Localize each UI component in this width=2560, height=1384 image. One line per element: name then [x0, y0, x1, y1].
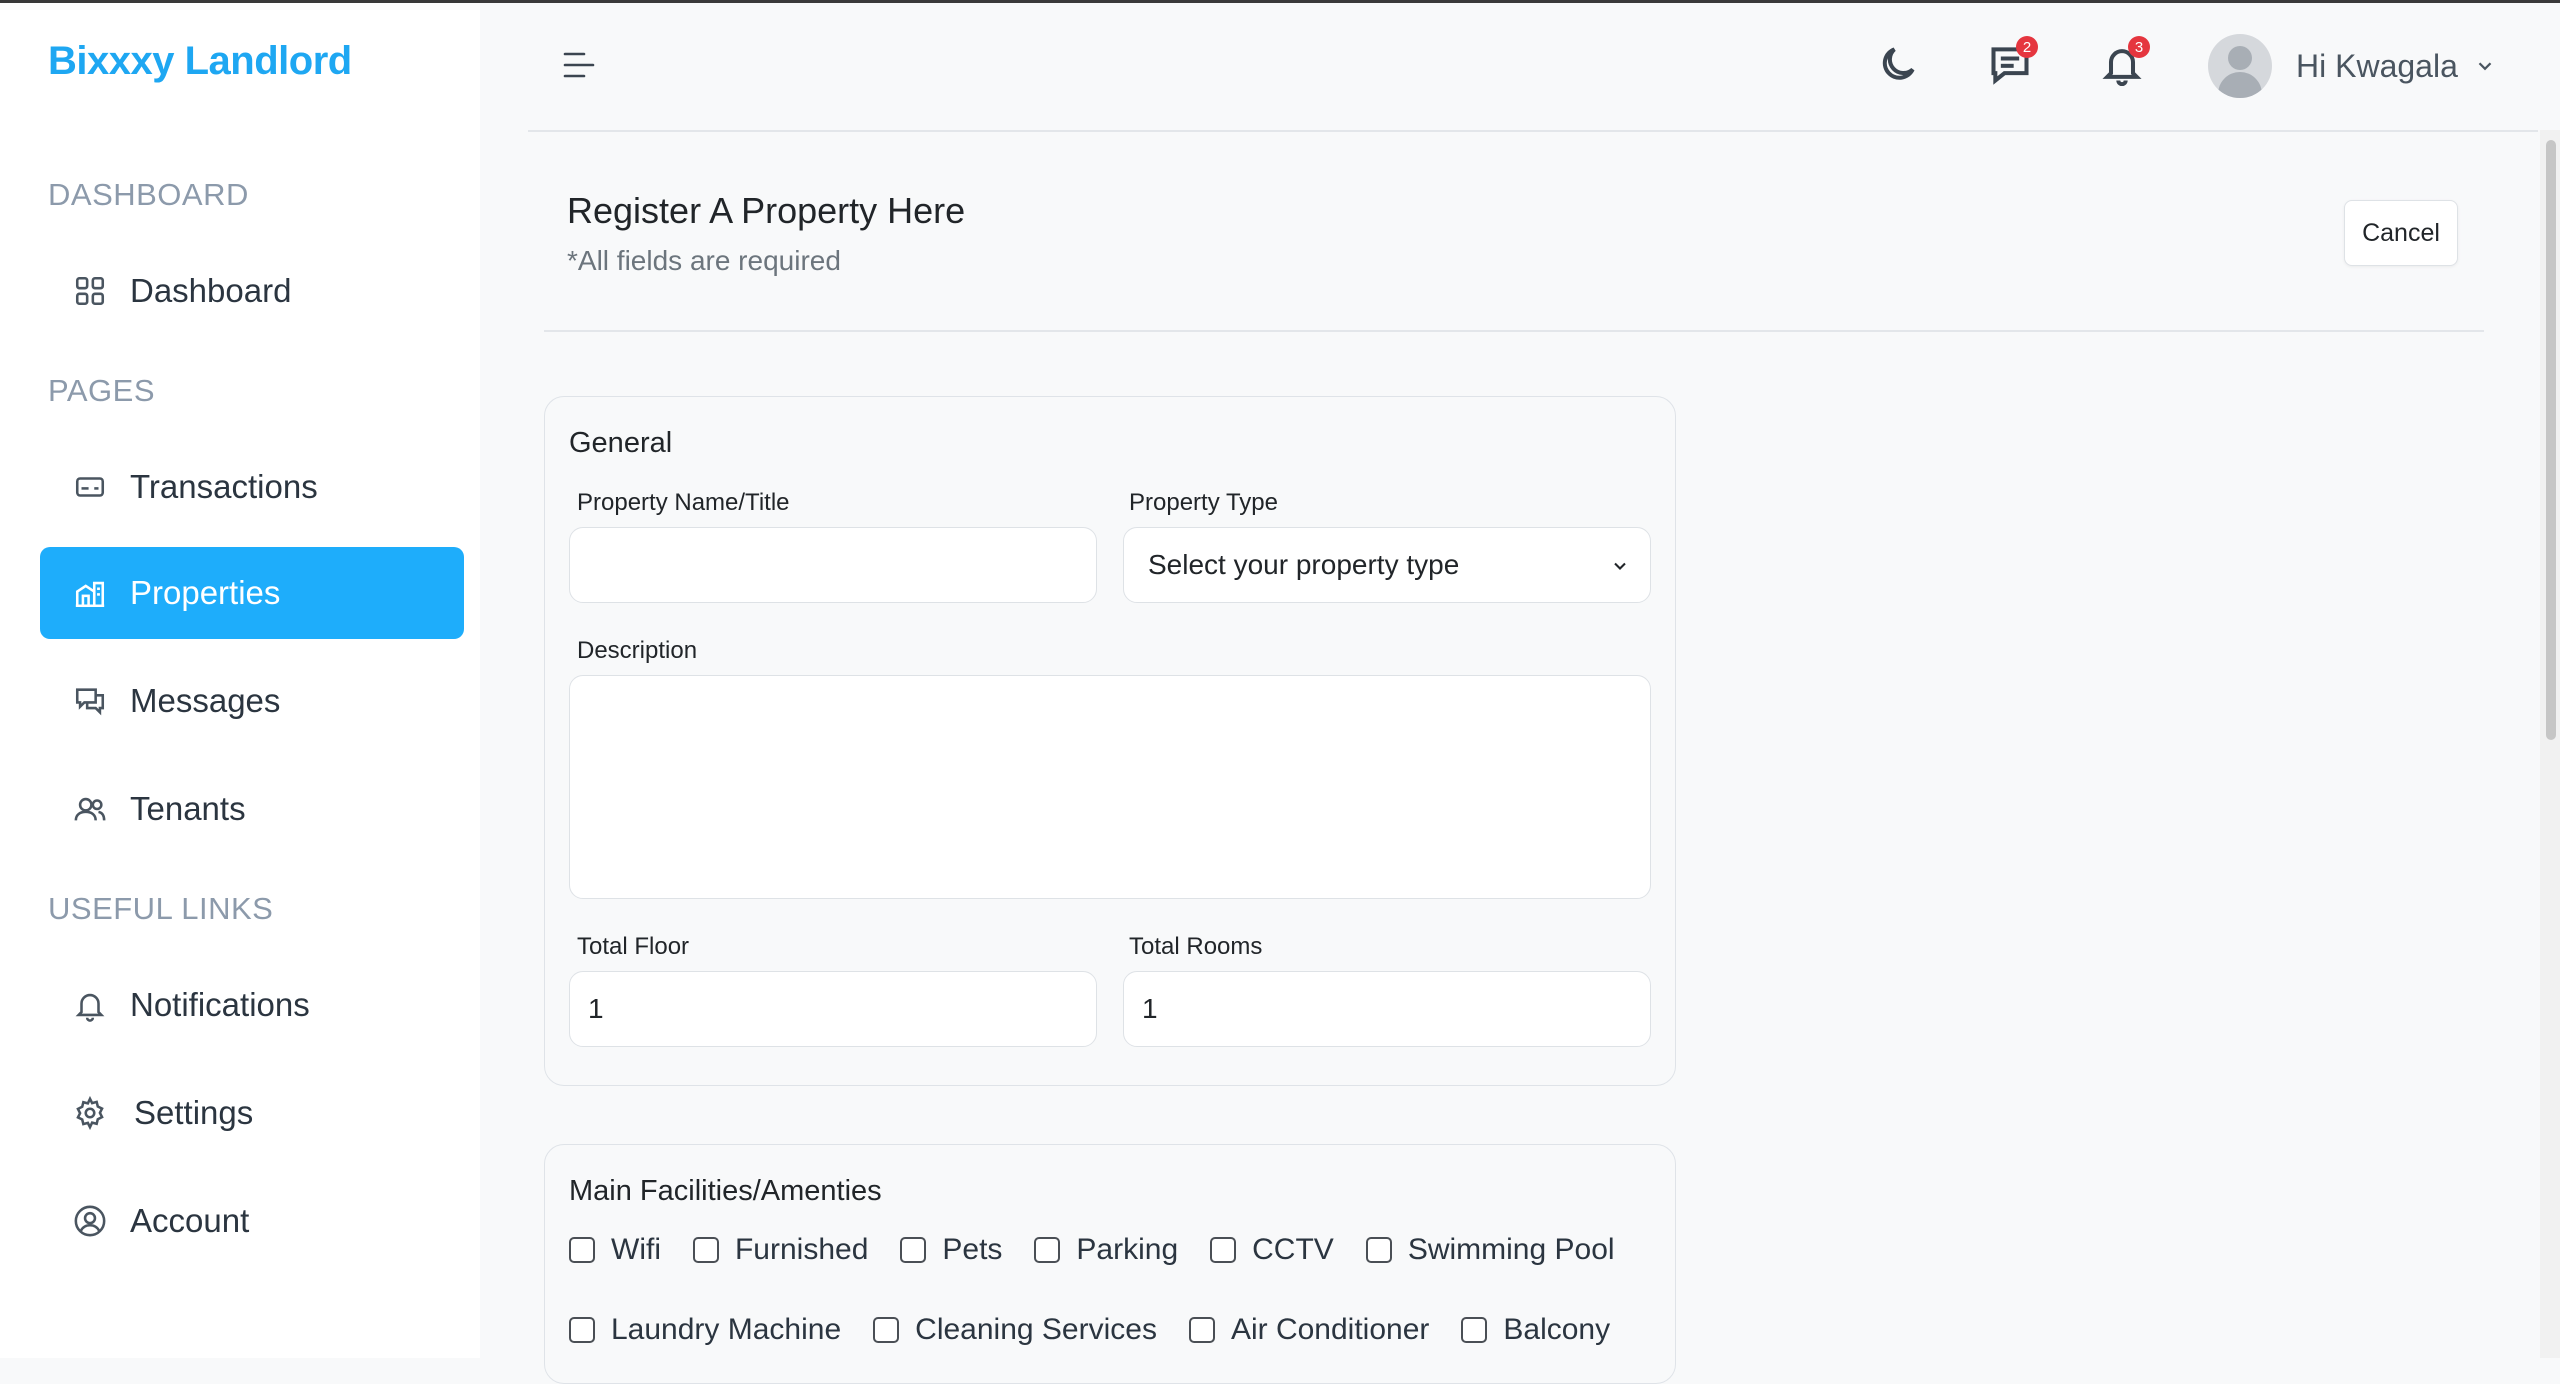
- checkbox-box[interactable]: [1210, 1237, 1237, 1263]
- user-circle-icon: [40, 1204, 130, 1238]
- scrollbar-thumb[interactable]: [2546, 140, 2556, 740]
- checkbox-label: Wifi: [611, 1233, 661, 1266]
- sidebar-item-dashboard[interactable]: Dashboard: [40, 245, 464, 337]
- sidebar-item-label: Dashboard: [130, 272, 292, 309]
- sidebar-item-tenants[interactable]: Tenants: [40, 763, 464, 855]
- buildings-icon: [40, 576, 130, 610]
- grid-icon: [40, 274, 130, 308]
- gear-icon: [40, 1096, 130, 1130]
- sidebar-item-label: Notifications: [130, 986, 310, 1023]
- checkbox-box[interactable]: [873, 1317, 900, 1343]
- page-divider: [544, 330, 2484, 332]
- property-name-input[interactable]: [569, 527, 1097, 603]
- section-label-dashboard: DASHBOARD: [48, 177, 249, 212]
- property-type-label: Property Type: [1129, 489, 1278, 516]
- sidebar-item-label: Properties: [130, 574, 281, 611]
- page-title: Register A Property Here: [567, 190, 966, 231]
- dark-mode-toggle-icon[interactable]: [1876, 42, 1920, 86]
- header-divider: [528, 130, 2538, 132]
- sidebar-item-label: Messages: [130, 682, 281, 719]
- checkbox-label: Parking: [1076, 1233, 1179, 1266]
- checkbox-air-conditioner[interactable]: Air Conditioner: [1188, 1313, 1430, 1347]
- sidebar-item-label: Tenants: [130, 790, 246, 827]
- avatar: [2208, 34, 2272, 98]
- property-type-select[interactable]: Select your property type: [1123, 527, 1651, 603]
- users-icon: [40, 792, 130, 826]
- section-label-pages: PAGES: [48, 373, 156, 408]
- checkbox-label: Cleaning Services: [915, 1313, 1157, 1346]
- checkbox-label: CCTV: [1252, 1233, 1334, 1266]
- checkbox-box[interactable]: [1034, 1237, 1061, 1263]
- chat-icon: [40, 684, 130, 718]
- total-rooms-label: Total Rooms: [1129, 933, 1263, 960]
- section-label-useful-links: USEFUL LINKS: [48, 891, 274, 926]
- chevron-down-icon: [2478, 62, 2492, 71]
- sidebar-item-notifications[interactable]: Notifications: [40, 959, 464, 1051]
- description-label: Description: [577, 637, 698, 664]
- brand-logo[interactable]: Bixxxy Landlord: [48, 39, 352, 84]
- card-icon: [40, 470, 130, 504]
- checkbox-label: Pets: [942, 1233, 1003, 1266]
- menu-toggle-icon[interactable]: [562, 48, 596, 82]
- checkbox-parking[interactable]: Parking: [1034, 1233, 1178, 1267]
- total-floor-input[interactable]: 1: [569, 971, 1097, 1047]
- checkbox-box[interactable]: [1461, 1317, 1488, 1343]
- checkbox-box[interactable]: [569, 1317, 595, 1343]
- user-menu[interactable]: Hi Kwagala: [2208, 34, 2496, 98]
- description-textarea[interactable]: [569, 675, 1651, 899]
- sidebar: Bixxxy Landlord DASHBOARD Dashboard PAGE…: [0, 3, 480, 1358]
- property-name-label: Property Name/Title: [577, 489, 790, 516]
- checkbox-box[interactable]: [900, 1237, 927, 1263]
- property-type-selected: Select your property type: [1148, 549, 1460, 580]
- sidebar-item-account[interactable]: Account: [40, 1175, 464, 1267]
- checkbox-box[interactable]: [1188, 1317, 1215, 1343]
- sidebar-item-settings[interactable]: Settings: [40, 1067, 464, 1159]
- checkbox-label: Balcony: [1503, 1313, 1611, 1346]
- notifications-badge: 3: [2128, 36, 2150, 58]
- checkbox-balcony[interactable]: Balcony: [1461, 1313, 1610, 1347]
- checkbox-furnished[interactable]: Furnished: [692, 1233, 869, 1267]
- bell-icon: [40, 988, 130, 1022]
- checkbox-box[interactable]: [569, 1237, 595, 1263]
- sidebar-item-label: Account: [130, 1202, 250, 1239]
- total-rooms-input[interactable]: 1: [1123, 971, 1651, 1047]
- checkbox-cleaning-services[interactable]: Cleaning Services: [873, 1313, 1157, 1347]
- page-subtitle: *All fields are required: [567, 245, 841, 276]
- checkbox-label: Swimming Pool: [1407, 1233, 1615, 1266]
- sidebar-item-messages[interactable]: Messages: [40, 655, 464, 747]
- checkbox-laundry-machine[interactable]: Laundry Machine: [569, 1313, 841, 1347]
- card-title: General: [569, 427, 673, 459]
- sidebar-item-transactions[interactable]: Transactions: [40, 441, 464, 533]
- checkbox-cctv[interactable]: CCTV: [1210, 1233, 1334, 1267]
- chevron-down-icon: [1614, 562, 1626, 570]
- cancel-button[interactable]: Cancel: [2344, 200, 2458, 266]
- messages-button[interactable]: 2: [1988, 36, 2038, 86]
- messages-badge: 2: [2016, 36, 2038, 58]
- facilities-row-2: Laundry Machine Cleaning Services Air Co…: [569, 1313, 1642, 1347]
- checkbox-wifi[interactable]: Wifi: [569, 1233, 661, 1267]
- card-title: Main Facilities/Amenties: [569, 1175, 882, 1207]
- checkbox-pets[interactable]: Pets: [900, 1233, 1002, 1267]
- checkbox-label: Laundry Machine: [611, 1313, 842, 1346]
- facilities-row-1: Wifi Furnished Pets Parking CCTV Swimmin…: [569, 1233, 1647, 1267]
- checkbox-label: Furnished: [734, 1233, 869, 1266]
- checkbox-box[interactable]: [692, 1237, 719, 1263]
- checkbox-label: Air Conditioner: [1230, 1313, 1430, 1346]
- sidebar-item-label: Settings: [134, 1094, 254, 1131]
- total-floor-label: Total Floor: [577, 933, 690, 960]
- general-card: General Property Name/Title Property Typ…: [544, 396, 1676, 1086]
- notifications-button[interactable]: 3: [2100, 36, 2150, 87]
- user-greeting: Hi Kwagala: [2296, 47, 2458, 84]
- checkbox-box[interactable]: [1365, 1237, 1392, 1263]
- sidebar-item-properties[interactable]: Properties: [40, 547, 464, 639]
- checkbox-swimming-pool[interactable]: Swimming Pool: [1365, 1233, 1615, 1267]
- facilities-card: Main Facilities/Amenties Wifi Furnished …: [544, 1144, 1676, 1384]
- sidebar-item-label: Transactions: [130, 468, 318, 505]
